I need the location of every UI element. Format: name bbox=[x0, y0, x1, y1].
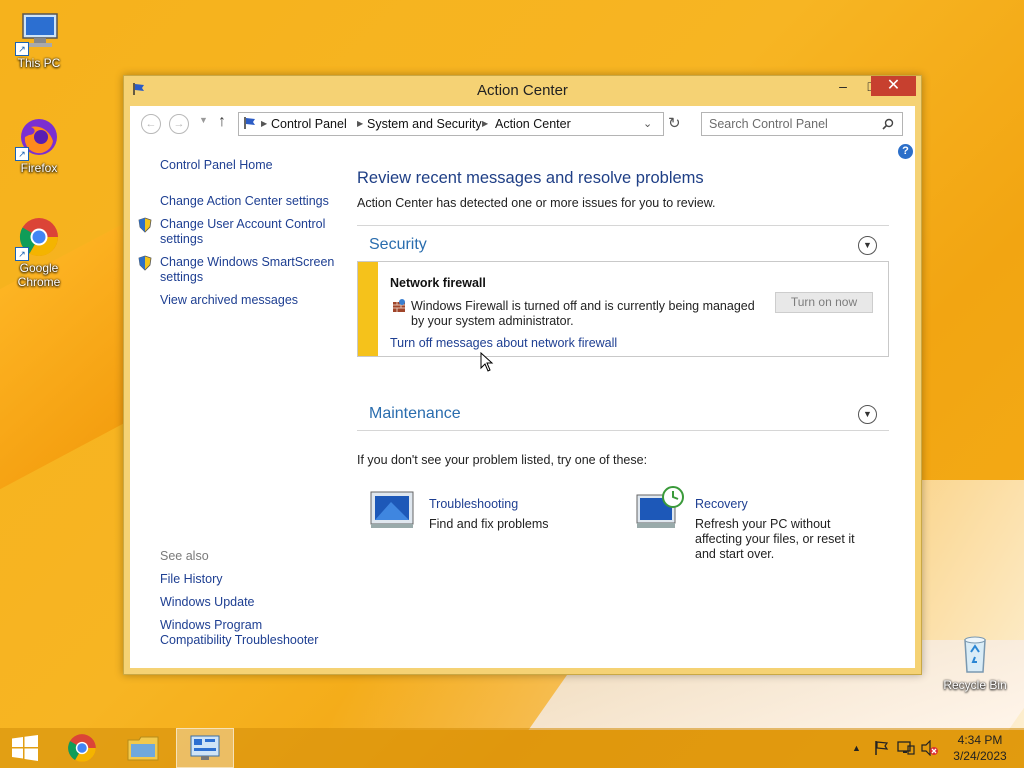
turn-off-firewall-messages-link[interactable]: Turn off messages about network firewall bbox=[390, 336, 617, 351]
page-subtitle: Action Center has detected one or more i… bbox=[357, 196, 716, 210]
recovery-link[interactable]: Recovery bbox=[695, 497, 748, 512]
alert-message: Windows Firewall is turned off and is cu… bbox=[411, 299, 755, 328]
chrome-icon bbox=[68, 734, 96, 762]
see-also-heading: See also bbox=[160, 549, 209, 563]
flag-icon bbox=[243, 115, 257, 137]
network-icon[interactable] bbox=[897, 740, 915, 759]
up-button[interactable]: ↑ bbox=[218, 113, 226, 131]
troubleshooting-link[interactable]: Troubleshooting bbox=[429, 497, 518, 512]
help-hint-text: If you don't see your problem listed, tr… bbox=[357, 453, 648, 467]
search-icon[interactable] bbox=[882, 113, 894, 137]
back-button[interactable]: ← bbox=[141, 114, 161, 134]
firewall-icon bbox=[391, 298, 407, 319]
divider bbox=[357, 430, 889, 431]
chevron-right-icon: ▶ bbox=[357, 119, 364, 128]
recent-locations-dropdown[interactable]: ▼ bbox=[199, 115, 208, 125]
desktop-icon-this-pc[interactable]: ↗ This PC bbox=[4, 10, 74, 70]
alert-severity-bar bbox=[358, 262, 378, 356]
chevron-down-icon[interactable]: ⌄ bbox=[643, 113, 652, 135]
uac-shield-icon bbox=[138, 255, 152, 271]
desktop-icon-label: Recycle Bin bbox=[943, 678, 1007, 692]
navigation-bar: ← → ▼ ↑ ▶ Control Panel ▶ System and Sec… bbox=[130, 106, 915, 142]
turn-on-now-button[interactable]: Turn on now bbox=[775, 292, 873, 313]
window-title: Action Center bbox=[477, 82, 568, 99]
minimize-button[interactable]: – bbox=[828, 76, 858, 96]
recovery-desc: Refresh your PC without affecting your f… bbox=[695, 517, 855, 561]
search-box[interactable]: Search Control Panel bbox=[701, 112, 903, 136]
chevron-right-icon: ▶ bbox=[482, 119, 489, 128]
taskbar: ▲ 4:34 PM 3/24/2023 bbox=[0, 728, 1024, 768]
title-bar[interactable]: Action Center – □ ✕ bbox=[124, 76, 921, 104]
windows-logo-icon bbox=[12, 735, 38, 761]
volume-muted-icon[interactable] bbox=[921, 739, 939, 759]
show-hidden-icons[interactable]: ▲ bbox=[852, 743, 861, 753]
computer-icon: ↗ bbox=[15, 10, 61, 56]
firefox-icon: ↗ bbox=[15, 115, 61, 161]
divider bbox=[357, 225, 889, 226]
windows-update-link[interactable]: Windows Update bbox=[160, 595, 255, 610]
maintenance-section-title[interactable]: Maintenance bbox=[369, 405, 461, 423]
search-input[interactable]: Search Control Panel bbox=[709, 113, 828, 135]
clock-time: 4:34 PM bbox=[957, 733, 1003, 747]
change-action-center-settings-link[interactable]: Change Action Center settings bbox=[160, 194, 329, 209]
mouse-cursor-icon bbox=[480, 351, 494, 377]
refresh-icon[interactable]: ↻ bbox=[668, 114, 681, 132]
action-center-flag-icon[interactable] bbox=[873, 740, 889, 759]
start-button[interactable] bbox=[0, 728, 50, 768]
breadcrumb-system-and-security[interactable]: System and Security bbox=[367, 113, 482, 135]
change-uac-settings-link[interactable]: Change User Account Control settings bbox=[160, 217, 330, 247]
troubleshooting-icon[interactable] bbox=[369, 490, 415, 535]
page-title: Review recent messages and resolve probl… bbox=[357, 169, 704, 187]
security-section-title[interactable]: Security bbox=[369, 236, 427, 254]
forward-button[interactable]: → bbox=[169, 114, 189, 134]
chrome-icon: ↗ bbox=[15, 215, 61, 261]
view-archived-messages-link[interactable]: View archived messages bbox=[160, 293, 298, 308]
program-compatibility-link[interactable]: Windows Program Compatibility Troublesho… bbox=[160, 618, 330, 648]
taskbar-chrome[interactable] bbox=[55, 728, 111, 768]
recycle-bin-icon bbox=[953, 632, 997, 676]
recovery-icon[interactable] bbox=[635, 485, 685, 536]
alert-title: Network firewall bbox=[390, 276, 486, 290]
desktop-icon-firefox[interactable]: ↗ Firefox bbox=[4, 115, 74, 175]
network-firewall-alert: Network firewall Windows Firewall is tur… bbox=[357, 261, 889, 357]
close-button[interactable]: ✕ bbox=[871, 76, 916, 96]
breadcrumb-action-center[interactable]: Action Center bbox=[495, 113, 571, 135]
breadcrumb-control-panel[interactable]: Control Panel bbox=[271, 113, 347, 135]
content-pane: ? Control Panel Home Change Action Cente… bbox=[130, 142, 915, 668]
desktop-icon-recycle-bin[interactable]: Recycle Bin bbox=[940, 632, 1010, 692]
troubleshooting-desc: Find and fix problems bbox=[429, 517, 549, 531]
folder-icon bbox=[127, 736, 159, 761]
clock-date: 3/24/2023 bbox=[953, 749, 1007, 763]
address-bar[interactable]: ▶ Control Panel ▶ System and Security ▶ … bbox=[238, 112, 664, 136]
change-smartscreen-settings-link[interactable]: Change Windows SmartScreen settings bbox=[160, 255, 335, 285]
system-clock[interactable]: 4:34 PM 3/24/2023 bbox=[950, 732, 1010, 764]
control-panel-icon bbox=[190, 735, 220, 760]
chevron-down-icon[interactable]: ▼ bbox=[858, 405, 877, 424]
desktop-icon-label: Google Chrome bbox=[17, 261, 61, 289]
desktop-icon-chrome[interactable]: ↗ Google Chrome bbox=[4, 215, 74, 289]
chevron-right-icon: ▶ bbox=[261, 119, 268, 128]
uac-shield-icon bbox=[138, 217, 152, 233]
help-icon[interactable]: ? bbox=[898, 144, 913, 159]
file-history-link[interactable]: File History bbox=[160, 572, 223, 587]
taskbar-control-panel[interactable] bbox=[176, 728, 234, 768]
taskbar-file-explorer[interactable] bbox=[115, 728, 171, 768]
action-center-window: Action Center – □ ✕ ← → ▼ ↑ ▶ Control Pa… bbox=[123, 75, 922, 675]
chevron-down-icon[interactable]: ▼ bbox=[858, 236, 877, 255]
control-panel-home-link[interactable]: Control Panel Home bbox=[160, 158, 273, 173]
desktop-icon-label: Firefox bbox=[20, 161, 58, 175]
desktop-icon-label: This PC bbox=[17, 56, 61, 70]
